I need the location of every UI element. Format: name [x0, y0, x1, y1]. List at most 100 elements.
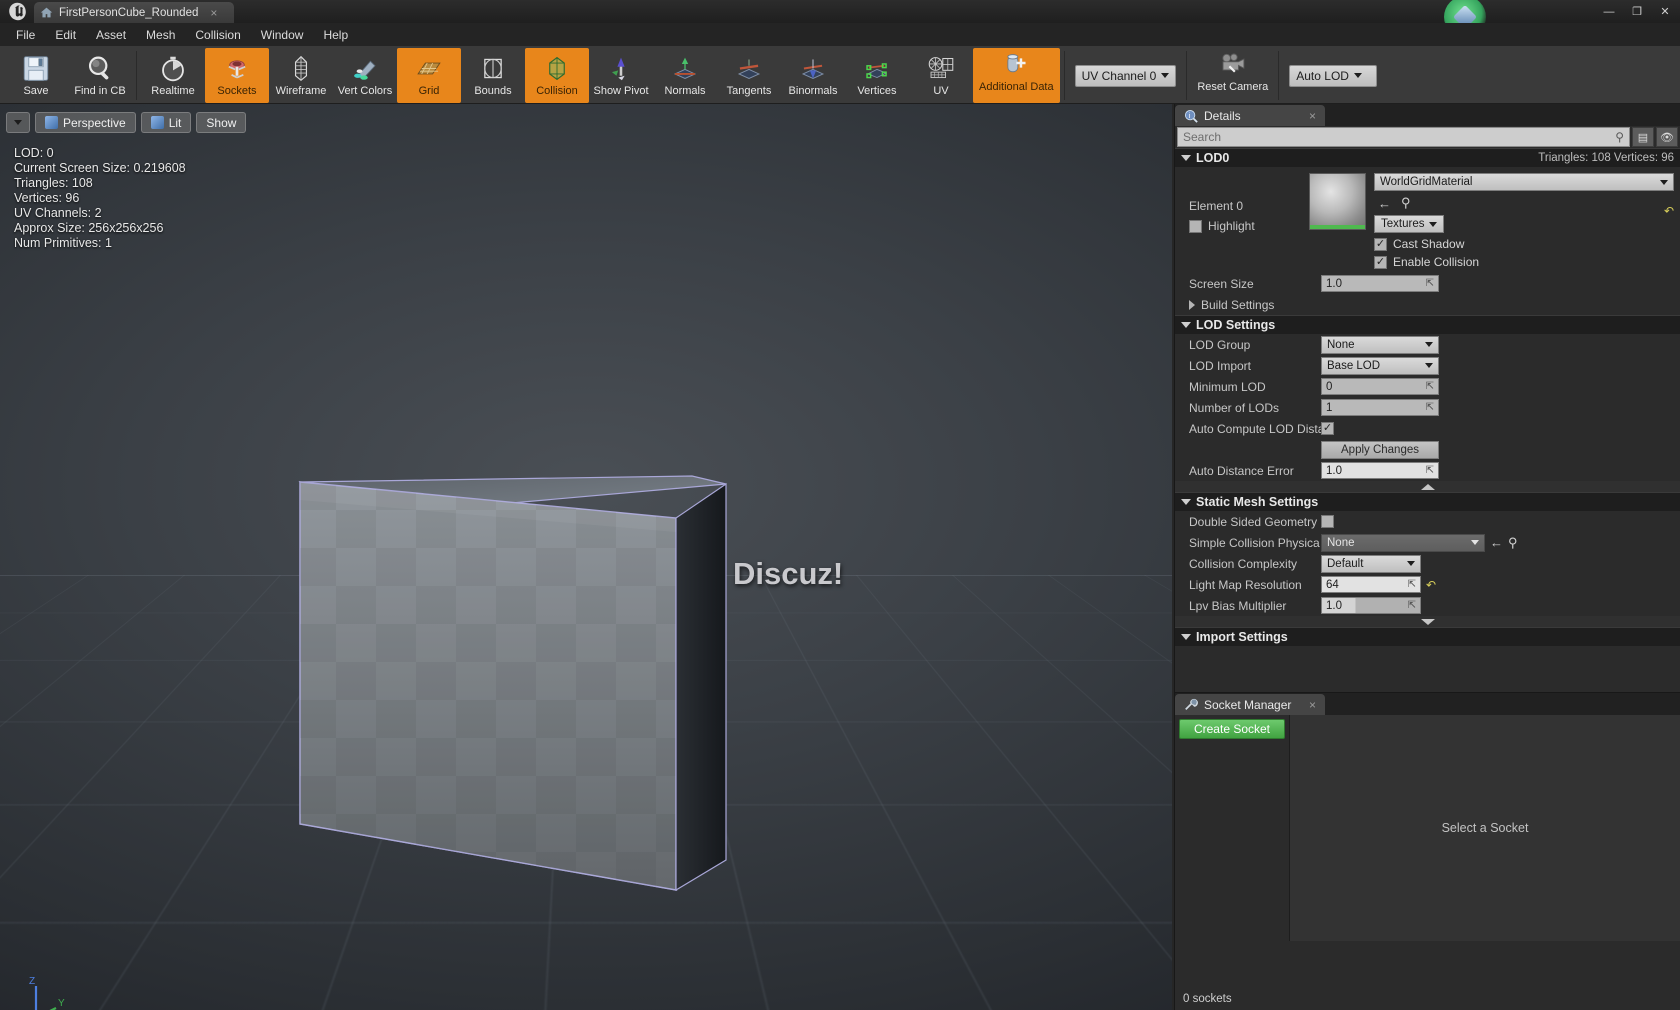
details-search-input[interactable]: Search ⚲	[1177, 127, 1630, 147]
toolbar-show-pivot-button[interactable]: Show Pivot	[589, 48, 653, 103]
cast-shadow-checkbox[interactable]: ✓	[1374, 237, 1387, 251]
light-map-resolution-input[interactable]: 64 ⇱	[1321, 576, 1421, 593]
lpv-bias-multiplier-slider[interactable]: 1.0 ⇱	[1321, 597, 1421, 614]
viewport-lighting-button[interactable]: Lit	[140, 112, 192, 133]
build-settings-row[interactable]: Build Settings	[1175, 294, 1680, 315]
grid-icon	[412, 52, 446, 84]
menu-window[interactable]: Window	[251, 25, 314, 45]
build-settings-label: Build Settings	[1201, 297, 1275, 312]
details-panel: i Details × Search ⚲ ▤ 👁 LOD0 Triangles:…	[1174, 104, 1680, 692]
socket-details-pane: Select a Socket	[1290, 715, 1680, 941]
toolbar-grid-button[interactable]: Grid	[397, 48, 461, 103]
section-lod-settings[interactable]: LOD Settings	[1175, 315, 1680, 334]
number-of-lods-input[interactable]: 1 ⇱	[1321, 399, 1439, 416]
menu-help[interactable]: Help	[313, 25, 358, 45]
collision-complexity-value: Default	[1327, 557, 1364, 570]
chevron-down-icon	[1425, 342, 1433, 347]
spinner-icon[interactable]: ⇱	[1408, 579, 1416, 590]
textures-button[interactable]: Textures	[1374, 215, 1445, 233]
search-icon[interactable]: ⚲	[1615, 130, 1624, 144]
light-map-resolution-revert-icon[interactable]: ↶	[1426, 578, 1436, 592]
double-sided-geometry-checkbox[interactable]: ✓	[1321, 515, 1334, 528]
menu-asset[interactable]: Asset	[86, 25, 136, 45]
details-tab-close-icon[interactable]: ×	[1309, 109, 1316, 123]
spinner-icon[interactable]: ⇱	[1426, 278, 1434, 289]
auto-compute-lod-distance-checkbox[interactable]: ✓	[1321, 422, 1334, 435]
mesh-viewport[interactable]: Perspective Lit Show LOD: 0 Current Scre…	[0, 104, 1172, 1010]
minimize-button[interactable]: —	[1596, 3, 1622, 20]
menu-mesh[interactable]: Mesh	[136, 25, 185, 45]
window-controls: — ❐ ✕	[1596, 0, 1680, 23]
lod-import-select[interactable]: Base LOD	[1321, 356, 1439, 375]
toolbar-additional-data-button[interactable]: Additional Data	[973, 48, 1060, 103]
viewport-show-menu-button[interactable]: Show	[196, 112, 247, 133]
spinner-icon[interactable]: ⇱	[1426, 402, 1434, 413]
chevron-down-icon	[1161, 73, 1170, 78]
material-revert-icon[interactable]: ↶	[1664, 204, 1674, 218]
menu-file[interactable]: File	[6, 25, 45, 45]
lod-settings-collapse-handle[interactable]	[1175, 481, 1680, 492]
viewport-options-button[interactable]	[6, 112, 30, 133]
uv-channel-select[interactable]: UV Channel 0	[1074, 64, 1177, 87]
toolbar-collision-button[interactable]: Collision	[525, 48, 589, 103]
details-visibility-button[interactable]: 👁	[1656, 127, 1678, 147]
toolbar-tangents-button[interactable]: Tangents	[717, 48, 781, 103]
apply-changes-button[interactable]: Apply Changes	[1321, 440, 1439, 459]
toolbar-reset-camera-button[interactable]: Reset Camera	[1191, 48, 1274, 103]
section-import-settings-label: Import Settings	[1196, 630, 1288, 644]
simple-collision-physical-material-select[interactable]: None	[1321, 533, 1485, 552]
menu-edit[interactable]: Edit	[45, 25, 86, 45]
toolbar-realtime-button[interactable]: Realtime	[141, 48, 205, 103]
highlight-checkbox[interactable]: ✓	[1189, 219, 1202, 233]
details-tab[interactable]: i Details ×	[1175, 105, 1325, 126]
material-thumbnail[interactable]	[1309, 173, 1366, 230]
spinner-icon[interactable]: ⇱	[1426, 381, 1434, 392]
asset-tab[interactable]: FirstPersonCube_Rounded ×	[34, 2, 234, 23]
menu-collision[interactable]: Collision	[185, 25, 250, 45]
details-view-options-button[interactable]: ▤	[1632, 127, 1654, 147]
toolbar-binormals-label: Binormals	[788, 85, 838, 97]
viewport-view-mode-button[interactable]: Perspective	[35, 112, 136, 133]
close-button[interactable]: ✕	[1652, 3, 1678, 20]
toolbar-vert-colors-button[interactable]: Vert Colors	[333, 48, 397, 103]
toolbar-wireframe-button[interactable]: Wireframe	[269, 48, 333, 103]
collision-complexity-select[interactable]: Default	[1321, 554, 1421, 573]
lpv-bias-multiplier-label: Lpv Bias Multiplier	[1189, 598, 1287, 613]
section-lod-settings-label: LOD Settings	[1196, 318, 1276, 332]
socket-manager-tab[interactable]: Socket Manager ×	[1175, 694, 1325, 715]
asset-tab-close-icon[interactable]: ×	[210, 6, 217, 20]
use-selected-asset-icon[interactable]: ←	[1490, 535, 1503, 550]
socket-manager-tab-close-icon[interactable]: ×	[1309, 698, 1316, 712]
minimum-lod-input[interactable]: 0 ⇱	[1321, 378, 1439, 395]
section-lod0[interactable]: LOD0 Triangles: 108 Vertices: 96	[1175, 148, 1680, 167]
toolbar-normals-button[interactable]: Normals	[653, 48, 717, 103]
spinner-icon[interactable]: ⇱	[1426, 465, 1434, 476]
section-static-mesh-settings[interactable]: Static Mesh Settings	[1175, 492, 1680, 511]
browse-to-asset-icon[interactable]: ⚲	[1508, 535, 1518, 551]
section-import-settings[interactable]: Import Settings	[1175, 627, 1680, 646]
uv-icon	[924, 52, 958, 84]
static-mesh-settings-collapse-handle[interactable]	[1175, 616, 1680, 627]
enable-collision-checkbox[interactable]: ✓	[1374, 255, 1387, 269]
auto-distance-error-row: Auto Distance Error 1.0 ⇱	[1175, 460, 1680, 481]
toolbar-save-button[interactable]: Save	[4, 48, 68, 103]
screen-size-input[interactable]: 1.0 ⇱	[1321, 275, 1439, 292]
lod-group-select[interactable]: None	[1321, 335, 1439, 354]
auto-lod-select[interactable]: Auto LOD	[1289, 64, 1378, 87]
toolbar-uv-button[interactable]: UV	[909, 48, 973, 103]
toolbar-sockets-button[interactable]: Sockets	[205, 48, 269, 103]
maximize-button[interactable]: ❐	[1624, 3, 1650, 20]
uv-channel-label: UV Channel 0	[1081, 68, 1157, 83]
toolbar-binormals-button[interactable]: Binormals	[781, 48, 845, 103]
toolbar-find-in-cb-button[interactable]: Find in CB	[68, 48, 132, 103]
material-select[interactable]: WorldGridMaterial	[1374, 173, 1674, 191]
use-selected-asset-icon[interactable]: ←	[1378, 196, 1391, 211]
socket-manager-tab-label: Socket Manager	[1204, 697, 1292, 712]
collision-complexity-row: Collision Complexity Default	[1175, 553, 1680, 574]
toolbar-bounds-button[interactable]: Bounds	[461, 48, 525, 103]
create-socket-button[interactable]: Create Socket	[1179, 719, 1285, 739]
auto-distance-error-input[interactable]: 1.0 ⇱	[1321, 462, 1439, 479]
toolbar-vertices-button[interactable]: Vertices	[845, 48, 909, 103]
spinner-icon[interactable]: ⇱	[1408, 600, 1416, 611]
browse-to-asset-icon[interactable]: ⚲	[1401, 195, 1411, 211]
